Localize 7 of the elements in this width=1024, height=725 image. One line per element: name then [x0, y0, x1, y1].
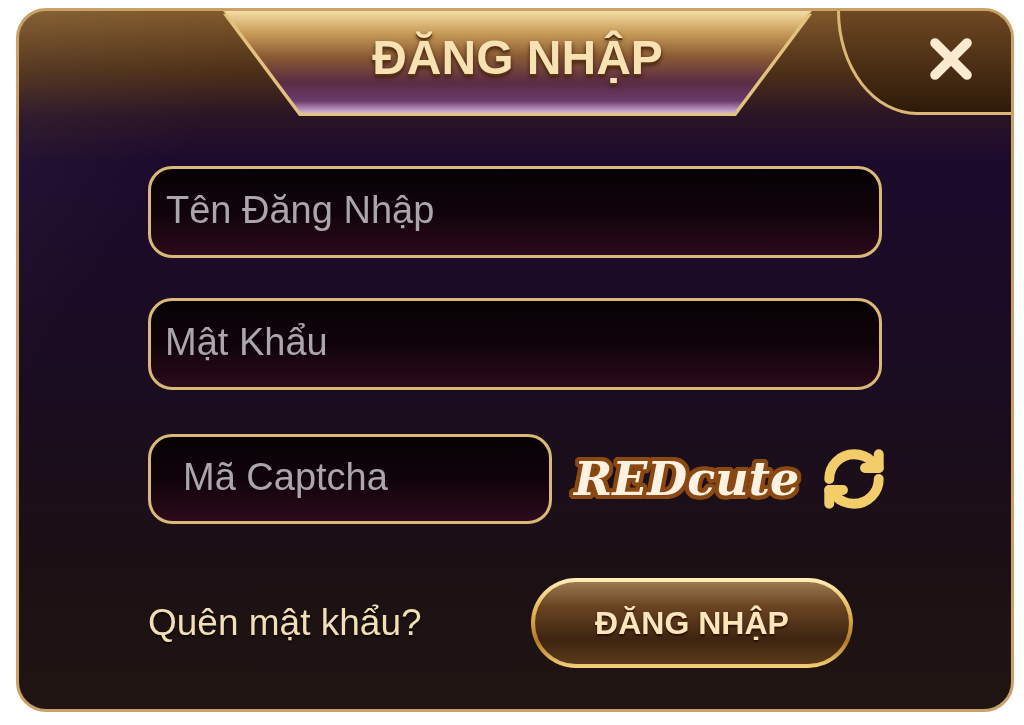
username-field[interactable]: Tên Đăng Nhập [148, 166, 882, 258]
captcha-field[interactable]: Mã Captcha [148, 434, 552, 524]
close-button[interactable] [837, 11, 1011, 115]
dialog-title: ĐĂNG NHẬP [372, 29, 663, 86]
captcha-code: REDcute [572, 451, 801, 508]
forgot-password-link[interactable]: Quên mật khẩu? [148, 602, 422, 644]
password-field[interactable]: Mật Khẩu [148, 298, 882, 390]
